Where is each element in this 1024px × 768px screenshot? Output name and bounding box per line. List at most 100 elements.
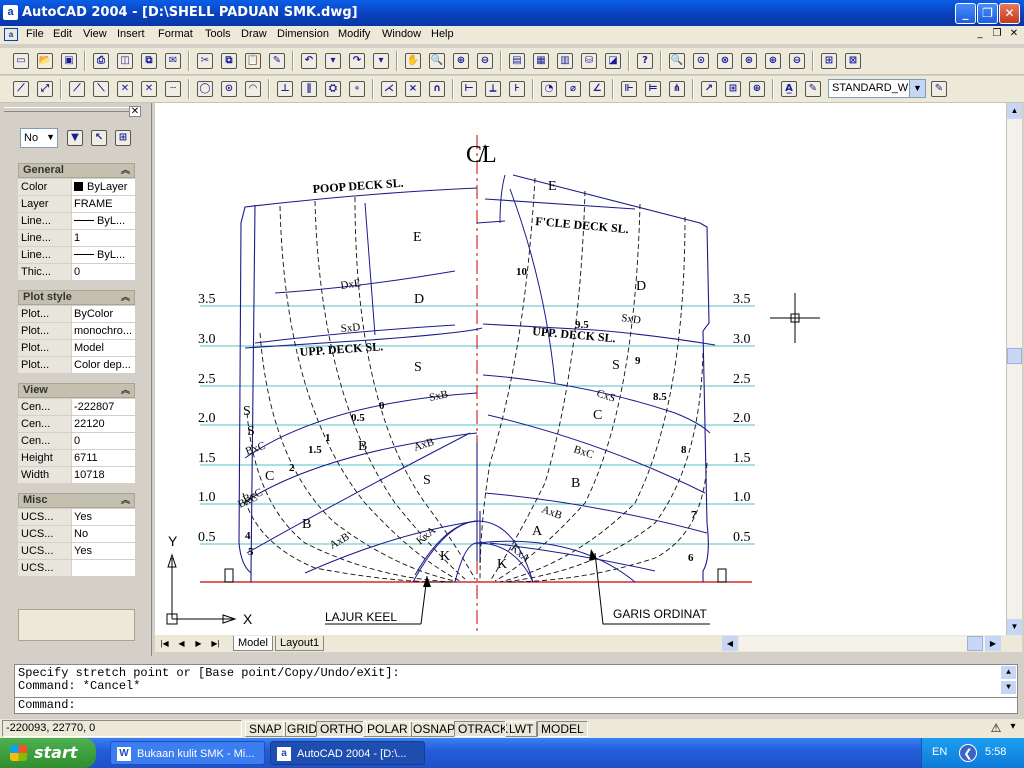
status-toggle-snap[interactable]: SNAP xyxy=(245,721,286,737)
status-toggle-otrack[interactable]: OTRACK xyxy=(454,721,513,737)
collapse-icon[interactable]: ︽ xyxy=(121,384,130,397)
palette-grip[interactable] xyxy=(4,107,130,112)
property-value[interactable]: -222807 xyxy=(72,399,135,415)
trim-icon[interactable]: ✕ xyxy=(114,78,136,100)
section-view[interactable]: View ︽ xyxy=(18,383,135,398)
zoom-all-icon[interactable]: ⊞ xyxy=(818,50,840,72)
property-row[interactable]: Cen... 22120 xyxy=(18,416,135,433)
zoom-out-icon[interactable]: ⊖ xyxy=(786,50,808,72)
node-icon[interactable]: ∘ xyxy=(346,78,368,100)
zoom-center-icon[interactable]: ⊛ xyxy=(738,50,760,72)
scroll-right-icon[interactable]: ▶ xyxy=(985,636,1001,651)
linear-dim-icon[interactable]: ⊢ xyxy=(458,78,480,100)
palette-close-icon[interactable]: ✕ xyxy=(129,106,141,117)
tab-model[interactable]: Model xyxy=(233,636,273,651)
menu-format[interactable]: Format xyxy=(158,28,193,40)
menu-tools[interactable]: Tools xyxy=(205,28,231,40)
title-bar[interactable]: a AutoCAD 2004 - [D:\SHELL PADUAN SMK.dw… xyxy=(0,0,1024,26)
circle-icon[interactable]: ◯ xyxy=(194,78,216,100)
property-row[interactable]: UCS... Yes xyxy=(18,509,135,526)
vertical-scrollbar[interactable]: ▲ ▼ xyxy=(1006,103,1022,635)
menu-help[interactable]: Help xyxy=(431,28,454,40)
status-toggle-osnap[interactable]: OSNAP xyxy=(409,721,460,737)
property-row[interactable]: Thic... 0 xyxy=(18,264,135,281)
property-row[interactable]: UCS... No xyxy=(18,526,135,543)
zoom-realtime-icon[interactable]: 🔍 xyxy=(426,50,448,72)
section-misc[interactable]: Misc ︽ xyxy=(18,493,135,508)
chevron-down-icon[interactable]: ▼ xyxy=(909,80,925,97)
dim-text-edit-icon[interactable]: ✎ xyxy=(802,78,824,100)
markup-icon[interactable]: ◪ xyxy=(602,50,624,72)
osnap-settings-icon[interactable]: ∩ xyxy=(426,78,448,100)
coordinate-readout[interactable]: -220093, 22770, 0 xyxy=(2,720,242,737)
status-toggle-polar[interactable]: POLAR xyxy=(363,721,412,737)
polyline-icon[interactable]: ⤢ xyxy=(34,78,56,100)
property-row[interactable]: Line... 1 xyxy=(18,230,135,247)
tab-layout1[interactable]: Layout1 xyxy=(275,636,325,651)
menu-modify[interactable]: Modify xyxy=(338,28,370,40)
plot-preview-icon[interactable]: ◫ xyxy=(114,50,136,72)
snap-none-icon[interactable]: ⨯ xyxy=(402,78,424,100)
leader-icon[interactable]: ↗ xyxy=(698,78,720,100)
property-value[interactable]: 0 xyxy=(72,264,135,280)
minimize-button[interactable]: _ xyxy=(955,3,976,24)
perpendicular-icon[interactable]: ⊥ xyxy=(274,78,296,100)
horizontal-scrollbar[interactable] xyxy=(739,636,989,651)
new-icon[interactable]: ▭ xyxy=(10,50,32,72)
tolerance-icon[interactable]: ⊞ xyxy=(722,78,744,100)
property-row[interactable]: UCS... xyxy=(18,560,135,577)
autocad-app-icon[interactable]: a xyxy=(3,5,18,20)
status-menu-icon[interactable]: ▾ xyxy=(1006,721,1020,737)
aligned-dim-icon[interactable]: ⟂ xyxy=(482,78,504,100)
section-plot-style[interactable]: Plot style ︽ xyxy=(18,290,135,305)
section-general[interactable]: General ︽ xyxy=(18,163,135,178)
extend-icon[interactable]: ✕ xyxy=(138,78,160,100)
redo-dropdown-icon[interactable]: ▾ xyxy=(370,50,392,72)
ordinate-dim-icon[interactable]: ⊦ xyxy=(506,78,528,100)
help-icon[interactable]: ? xyxy=(634,50,656,72)
property-row[interactable]: Plot... ByColor xyxy=(18,306,135,323)
print-icon[interactable]: ⎙ xyxy=(90,50,112,72)
language-indicator[interactable]: EN xyxy=(932,746,947,758)
property-value[interactable]: 6711 xyxy=(72,450,135,466)
menu-file[interactable]: File xyxy=(26,28,44,40)
doc-restore-icon[interactable]: ❐ xyxy=(990,28,1004,41)
tray-chevron-icon[interactable]: ❮ xyxy=(959,744,977,762)
menu-draw[interactable]: Draw xyxy=(241,28,267,40)
continue-dim-icon[interactable]: ⋔ xyxy=(666,78,688,100)
doc-minimize-icon[interactable]: _ xyxy=(973,28,987,41)
undo-icon[interactable]: ↶ xyxy=(298,50,320,72)
property-row[interactable]: Color ByLayer xyxy=(18,179,135,196)
last-tab-icon[interactable]: ▶| xyxy=(208,637,223,650)
horizontal-scroll-thumb[interactable] xyxy=(967,636,983,651)
close-button[interactable]: ✕ xyxy=(999,3,1020,24)
dim-edit-icon[interactable]: A̲ xyxy=(778,78,800,100)
redo-icon[interactable]: ↷ xyxy=(346,50,368,72)
zoom-extents-icon[interactable]: ⊠ xyxy=(842,50,864,72)
line-icon[interactable]: ⟋ xyxy=(10,78,32,100)
property-row[interactable]: Line... ByL... xyxy=(18,213,135,230)
zoom-window2-icon[interactable]: 🔍 xyxy=(666,50,688,72)
menu-view[interactable]: View xyxy=(83,28,107,40)
property-value[interactable]: 22120 xyxy=(72,416,135,432)
zoom-window-icon[interactable]: ⊕ xyxy=(450,50,472,72)
publish-icon[interactable]: ⧉ xyxy=(138,50,160,72)
arc-icon[interactable]: ◠ xyxy=(242,78,264,100)
start-button[interactable]: start xyxy=(0,738,96,768)
comm-center-icon[interactable]: ⚠ xyxy=(988,721,1004,737)
command-input-row[interactable]: Command: xyxy=(15,697,1017,713)
scroll-up-icon[interactable]: ▲ xyxy=(1007,103,1022,119)
center-mark-icon[interactable]: ⊕ xyxy=(746,78,768,100)
property-value[interactable]: monochro... xyxy=(72,323,135,339)
cut-icon[interactable]: ✂ xyxy=(194,50,216,72)
scroll-down-icon[interactable]: ▼ xyxy=(1007,619,1022,635)
property-value[interactable]: Model xyxy=(72,340,135,356)
pickadd-toggle-icon[interactable]: ⊞ xyxy=(112,127,134,149)
diameter-dim-icon[interactable]: ⌀ xyxy=(562,78,584,100)
properties-icon[interactable]: ▤ xyxy=(506,50,528,72)
taskbar-item-word[interactable]: W Bukaan kulit SMK - Mi... xyxy=(110,741,265,765)
cmd-scroll-down-icon[interactable]: ▼ xyxy=(1001,681,1016,694)
property-row[interactable]: Height 6711 xyxy=(18,450,135,467)
property-value[interactable]: 1 xyxy=(72,230,135,246)
quick-dim-icon[interactable]: ⊩ xyxy=(618,78,640,100)
